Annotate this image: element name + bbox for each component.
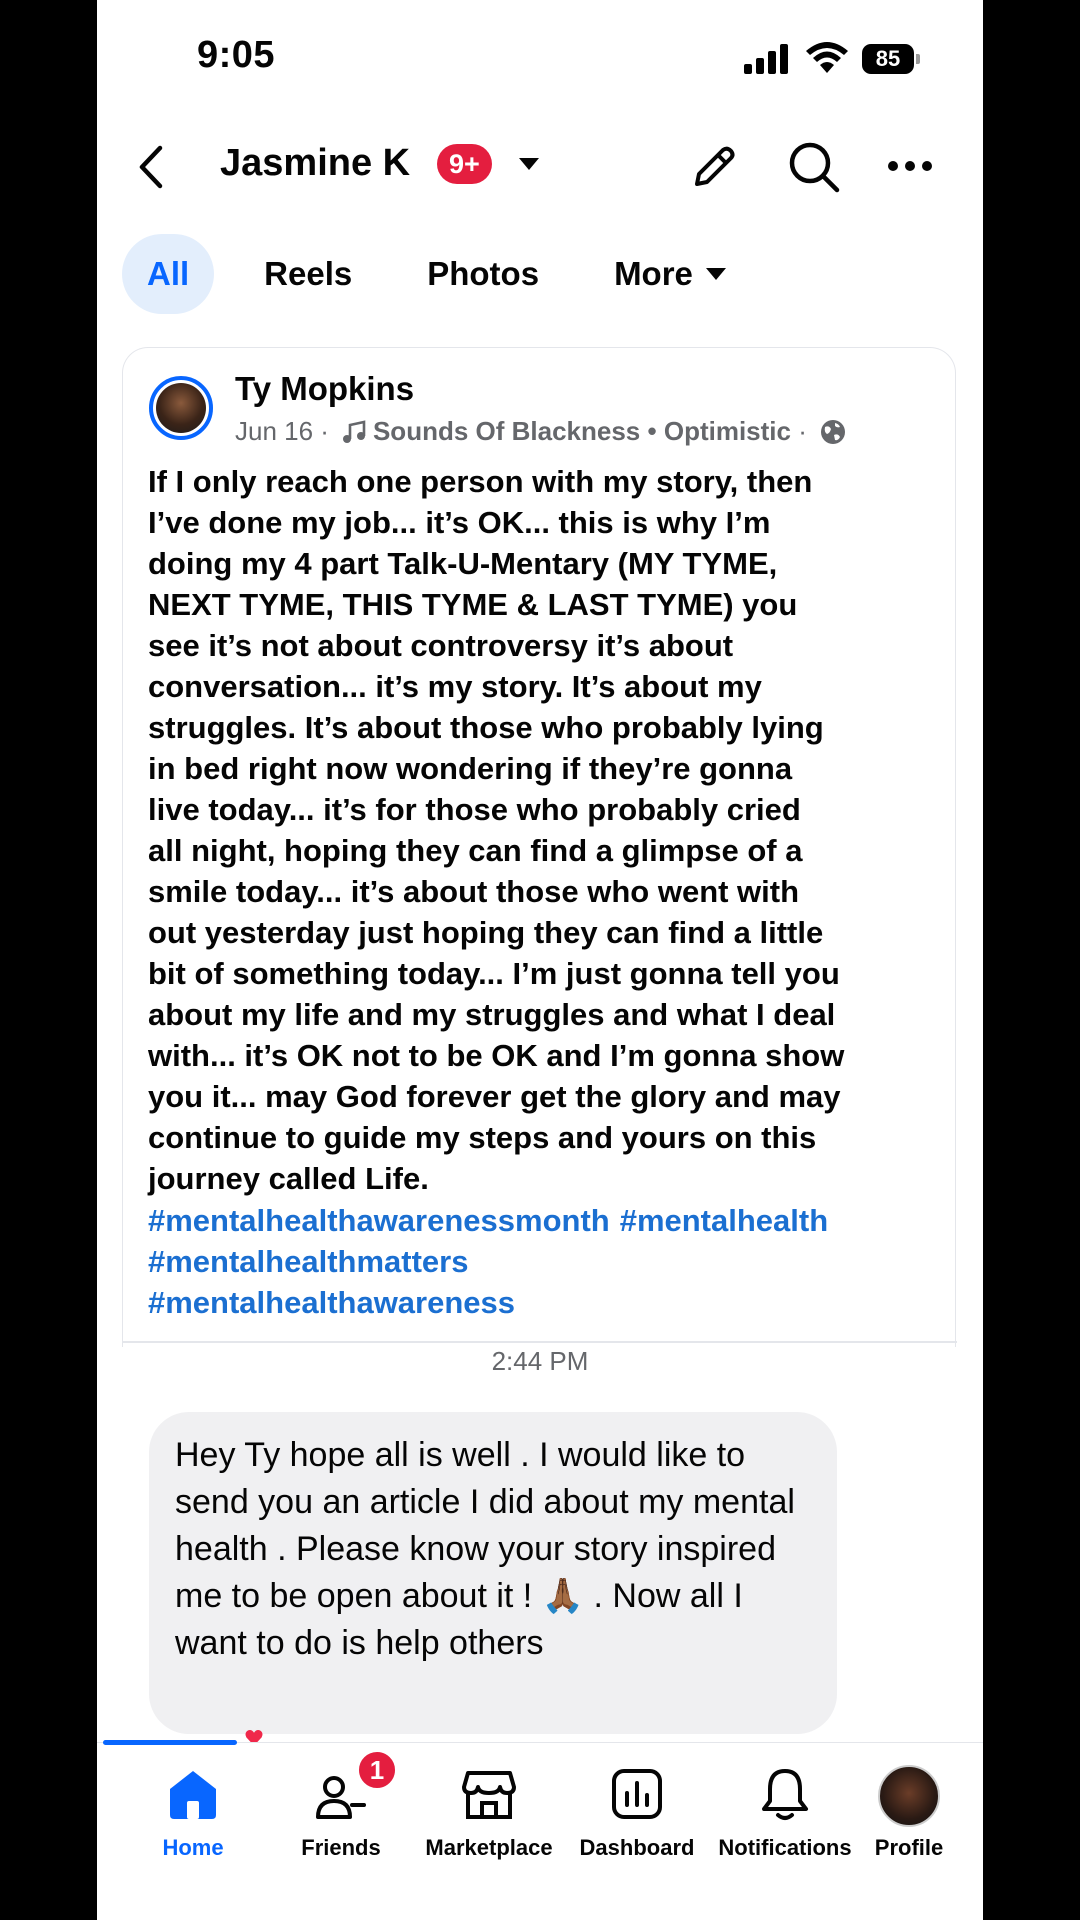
- profile-avatar: [878, 1765, 940, 1827]
- bell-icon: [762, 1769, 808, 1820]
- post-hashtags: #mentalhealthawarenessmonth #mentalhealth…: [148, 1200, 948, 1323]
- tab-reels[interactable]: Reels: [239, 234, 377, 314]
- tab-all[interactable]: All: [122, 234, 215, 314]
- message-timestamp: 2:44 PM: [491, 1346, 589, 1376]
- status-time: 9:05: [197, 34, 276, 76]
- chevron-down-icon[interactable]: [517, 156, 541, 172]
- nav-profile[interactable]: Profile: [835, 1765, 983, 1861]
- nav-label: Marketplace: [425, 1835, 553, 1860]
- tab-label: Photos: [427, 255, 540, 292]
- marketplace-icon: [462, 1771, 516, 1819]
- search-icon[interactable]: [787, 140, 841, 194]
- nav-marketplace[interactable]: Marketplace: [415, 1765, 563, 1861]
- chevron-down-icon: [705, 268, 726, 280]
- pencil-edit-icon[interactable]: [687, 142, 739, 194]
- friends-badge: 1: [356, 1749, 398, 1791]
- tab-label: All: [147, 255, 190, 292]
- praying-hands-emoji: 🙏🏾: [541, 1577, 585, 1615]
- hashtag-link[interactable]: #mentalhealth: [620, 1203, 828, 1238]
- nav-label: Profile: [874, 1835, 944, 1860]
- post-meta: Jun 16 · Sounds Of Blackness • Optimisti…: [235, 416, 847, 447]
- filter-tabs: All Reels Photos More: [122, 232, 777, 316]
- notification-count-badge: 9+: [437, 144, 492, 184]
- nav-label: Dashboard: [579, 1835, 695, 1860]
- post-author[interactable]: Ty Mopkins: [235, 370, 414, 408]
- shared-post-card[interactable]: Ty Mopkins Jun 16 · Sounds Of Blackness …: [122, 347, 957, 1347]
- tab-more[interactable]: More: [589, 234, 752, 314]
- active-tab-indicator: [103, 1740, 237, 1745]
- status-bar: 9:05 85: [97, 0, 983, 110]
- post-song[interactable]: Sounds Of Blackness: [373, 416, 640, 447]
- battery-level: 85: [862, 44, 914, 74]
- page-title[interactable]: Jasmine K: [220, 142, 410, 185]
- hashtag-link[interactable]: #mentalhealthawareness: [148, 1285, 515, 1320]
- nav-home[interactable]: Home: [119, 1765, 267, 1861]
- message-bubble[interactable]: Hey Ty hope all is well . I would like t…: [149, 1412, 837, 1734]
- home-icon: [170, 1771, 216, 1819]
- phone-screen: 9:05 85 Jasmine K 9+ All Reels Photos Mo…: [97, 0, 983, 1920]
- nav-label: Friends: [301, 1835, 381, 1860]
- author-avatar[interactable]: [149, 376, 213, 440]
- profile-header: Jasmine K 9+: [97, 130, 983, 204]
- wifi-icon: [806, 42, 848, 73]
- tab-photos[interactable]: Photos: [402, 234, 564, 314]
- cellular-signal-icon: [744, 44, 788, 74]
- music-note-icon: [342, 419, 366, 443]
- tab-label: Reels: [264, 255, 353, 292]
- nav-label: Home: [162, 1835, 224, 1860]
- back-arrow-icon[interactable]: [127, 140, 177, 194]
- more-options-icon[interactable]: [887, 158, 933, 174]
- globe-public-icon: [820, 419, 845, 444]
- dashboard-icon: [612, 1769, 662, 1819]
- tab-label: More: [614, 255, 693, 292]
- bottom-navigation: Home 1 Friends Marketplace Dashboard Not…: [97, 1742, 983, 1920]
- friends-icon: 1: [312, 1749, 398, 1823]
- post-date: Jun 16: [235, 416, 314, 446]
- nav-friends[interactable]: 1 Friends: [267, 1749, 415, 1861]
- hashtag-link[interactable]: #mentalhealthmatters: [148, 1244, 468, 1279]
- battery-icon: 85: [862, 44, 920, 74]
- divider: [123, 1341, 957, 1343]
- hashtag-link[interactable]: #mentalhealthawarenessmonth: [148, 1203, 610, 1238]
- post-body-text: If I only reach one person with my story…: [148, 464, 845, 1196]
- nav-dashboard[interactable]: Dashboard: [563, 1765, 711, 1861]
- post-mood: Optimistic: [663, 416, 791, 446]
